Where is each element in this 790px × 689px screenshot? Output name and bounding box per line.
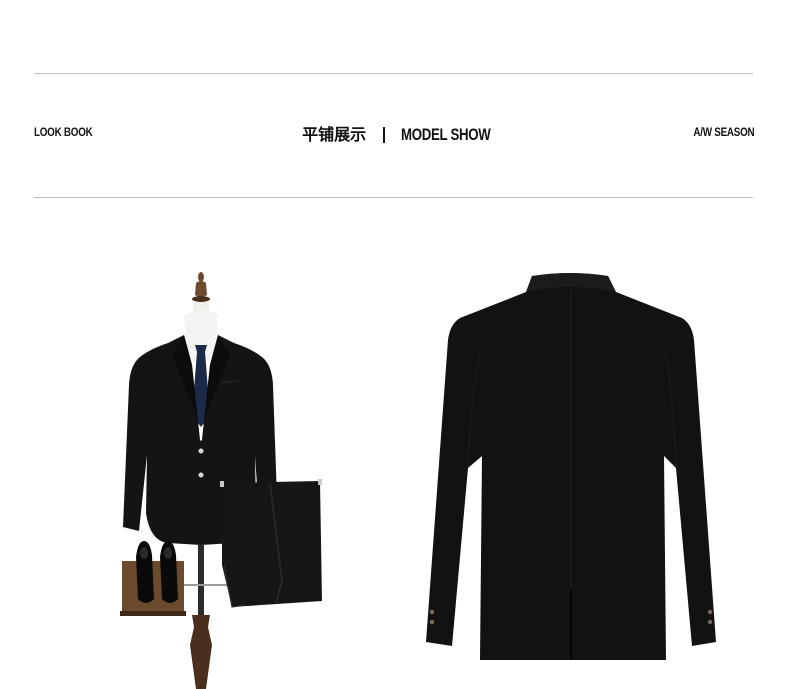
suit-front-illustration — [120, 272, 322, 689]
bottom-divider — [34, 197, 753, 198]
suit-front-photo — [110, 265, 340, 689]
season-label: A/W SEASON — [693, 125, 754, 139]
section-title: 平铺展示 MODEL SHOW — [0, 126, 790, 143]
top-divider — [34, 73, 753, 74]
section-title-en: MODEL SHOW — [401, 125, 491, 144]
section-title-cn: 平铺展示 — [302, 124, 367, 144]
suit-back-illustration — [426, 273, 716, 660]
jacket-back — [426, 273, 716, 660]
folded-trousers — [220, 479, 322, 608]
suit-back-photo — [420, 268, 725, 668]
title-separator — [383, 126, 386, 143]
mannequin-finial — [192, 272, 210, 314]
